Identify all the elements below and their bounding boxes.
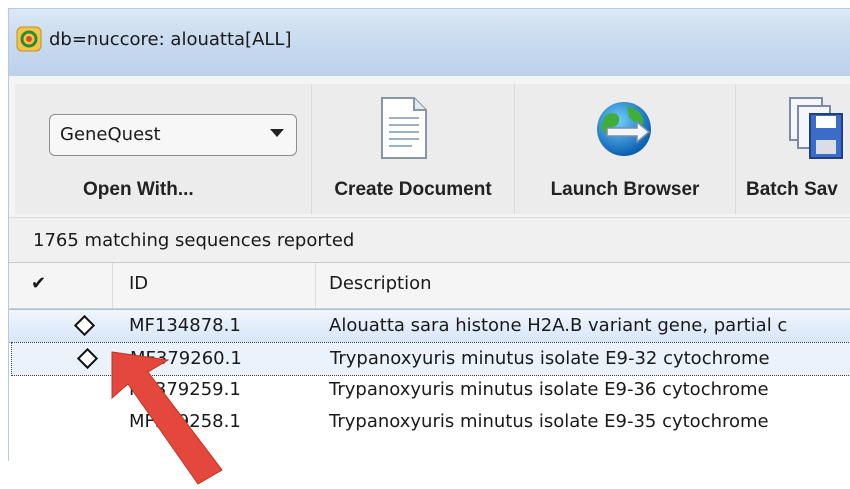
red-arrow-annotation: [111, 351, 223, 485]
